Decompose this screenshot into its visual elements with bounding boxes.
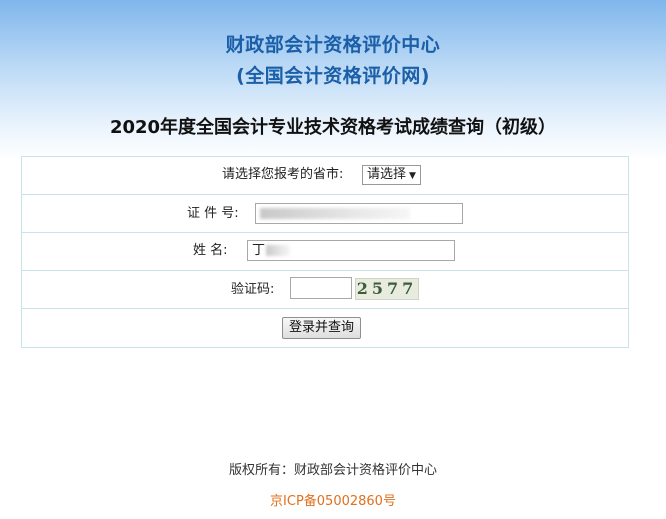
name-redacted xyxy=(266,245,291,256)
province-label: 请选择您报考的省市: xyxy=(222,167,344,182)
name-row: 姓 名: 丁 xyxy=(22,233,628,271)
captcha-input[interactable] xyxy=(290,277,352,299)
submit-row: 登录并查询 xyxy=(22,309,628,347)
icp-link[interactable]: 京ICP备05002860号 xyxy=(0,490,666,509)
id-number-redacted xyxy=(260,208,410,219)
copyright-text: 版权所有：财政部会计资格评价中心 xyxy=(228,463,437,478)
captcha-label: 验证码: xyxy=(231,282,275,297)
id-number-input[interactable] xyxy=(255,203,463,224)
page: 财政部会计资格评价中心 (全国会计资格评价网) 2020年度全国会计专业技术资格… xyxy=(0,0,666,519)
captcha-row: 验证码: 2577 xyxy=(22,271,628,309)
name-label: 姓 名: xyxy=(193,243,228,258)
province-select-value: 请选择 xyxy=(367,167,407,182)
dropdown-arrow-icon: ▼ xyxy=(409,171,416,181)
name-input-visible-char: 丁 xyxy=(252,243,266,258)
captcha-text: 2577 xyxy=(356,279,418,298)
page-title: 2020年度全国会计专业技术资格考试成绩查询（初级） xyxy=(109,117,557,138)
captcha-image[interactable]: 2577 xyxy=(355,278,419,300)
id-row: 证 件 号: xyxy=(22,195,628,233)
province-select[interactable]: 请选择 ▼ xyxy=(362,165,421,185)
id-label: 证 件 号: xyxy=(187,206,239,221)
org-title: 财政部会计资格评价中心 xyxy=(225,34,441,56)
org-subtitle: (全国会计资格评价网) xyxy=(236,65,430,87)
query-form: 请选择您报考的省市: 请选择▼ 证 件 号: 姓 名: 丁 验证码: 2577 xyxy=(21,156,629,348)
name-input[interactable]: 丁 xyxy=(247,240,455,261)
login-query-button[interactable]: 登录并查询 xyxy=(282,317,362,339)
province-row: 请选择您报考的省市: 请选择 ▼ xyxy=(22,157,628,195)
